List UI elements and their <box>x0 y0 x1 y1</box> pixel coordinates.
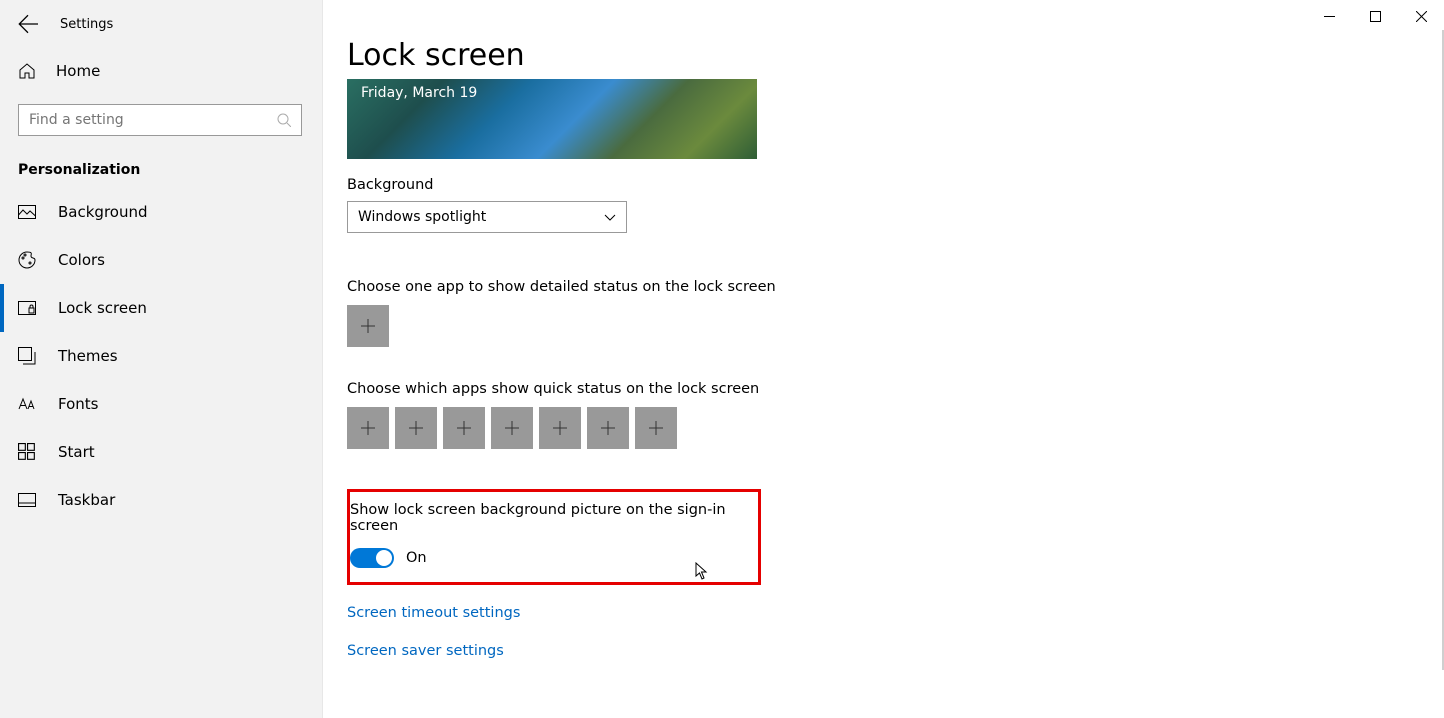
start-icon <box>18 443 36 461</box>
quick-status-add-button-3[interactable] <box>443 407 485 449</box>
back-button[interactable] <box>18 14 38 34</box>
lock-screen-icon <box>18 299 36 317</box>
sidebar: Settings Home Personalization Background <box>0 0 322 718</box>
window-title: Settings <box>60 17 113 32</box>
sidebar-home[interactable]: Home <box>0 52 322 90</box>
fonts-icon <box>18 395 36 413</box>
sidebar-home-label: Home <box>56 62 100 80</box>
lock-screen-preview: Friday, March 19 <box>347 79 757 159</box>
quick-status-add-button-1[interactable] <box>347 407 389 449</box>
sidebar-item-colors[interactable]: Colors <box>0 236 322 284</box>
quick-status-add-button-4[interactable] <box>491 407 533 449</box>
palette-icon <box>18 251 36 269</box>
sidebar-section: Personalization <box>0 144 322 188</box>
background-value: Windows spotlight <box>358 209 486 225</box>
content-pane: Lock screen Friday, March 19 Background … <box>322 0 1444 718</box>
settings-window: Settings Home Personalization Background <box>0 0 1444 718</box>
sidebar-item-start[interactable]: Start <box>0 428 322 476</box>
quick-status-add-button-6[interactable] <box>587 407 629 449</box>
sidebar-item-label: Fonts <box>58 395 98 413</box>
chevron-down-icon <box>604 211 616 223</box>
taskbar-icon <box>18 491 36 509</box>
sidebar-item-lock-screen[interactable]: Lock screen <box>0 284 322 332</box>
quick-status-label: Choose which apps show quick status on t… <box>347 381 1404 397</box>
sidebar-item-taskbar[interactable]: Taskbar <box>0 476 322 524</box>
sidebar-item-background[interactable]: Background <box>0 188 322 236</box>
quick-status-add-button-7[interactable] <box>635 407 677 449</box>
search-input[interactable] <box>29 112 277 128</box>
signin-bg-toggle-label: Show lock screen background picture on t… <box>350 502 746 534</box>
sidebar-item-label: Taskbar <box>58 491 115 509</box>
signin-bg-toggle-state: On <box>406 550 427 566</box>
sidebar-item-label: Start <box>58 443 95 461</box>
screen-saver-link[interactable]: Screen saver settings <box>347 643 1404 659</box>
signin-bg-toggle[interactable] <box>350 548 394 568</box>
sidebar-item-themes[interactable]: Themes <box>0 332 322 380</box>
detailed-status-add-button[interactable] <box>347 305 389 347</box>
sidebar-item-label: Colors <box>58 251 105 269</box>
background-label: Background <box>347 177 1404 193</box>
quick-status-add-button-2[interactable] <box>395 407 437 449</box>
cursor-icon <box>695 562 709 580</box>
detailed-status-label: Choose one app to show detailed status o… <box>347 279 1404 295</box>
sidebar-item-fonts[interactable]: Fonts <box>0 380 322 428</box>
sidebar-item-label: Lock screen <box>58 299 147 317</box>
themes-icon <box>18 347 36 365</box>
page-title: Lock screen <box>347 38 1404 73</box>
screen-timeout-link[interactable]: Screen timeout settings <box>347 605 1404 621</box>
search-icon <box>277 113 291 127</box>
home-icon <box>18 62 36 80</box>
picture-icon <box>18 203 36 221</box>
preview-date: Friday, March 19 <box>361 85 477 101</box>
quick-status-add-button-5[interactable] <box>539 407 581 449</box>
sidebar-item-label: Themes <box>58 347 118 365</box>
background-dropdown[interactable]: Windows spotlight <box>347 201 627 233</box>
sidebar-item-label: Background <box>58 203 148 221</box>
search-input-wrapper[interactable] <box>18 104 302 136</box>
